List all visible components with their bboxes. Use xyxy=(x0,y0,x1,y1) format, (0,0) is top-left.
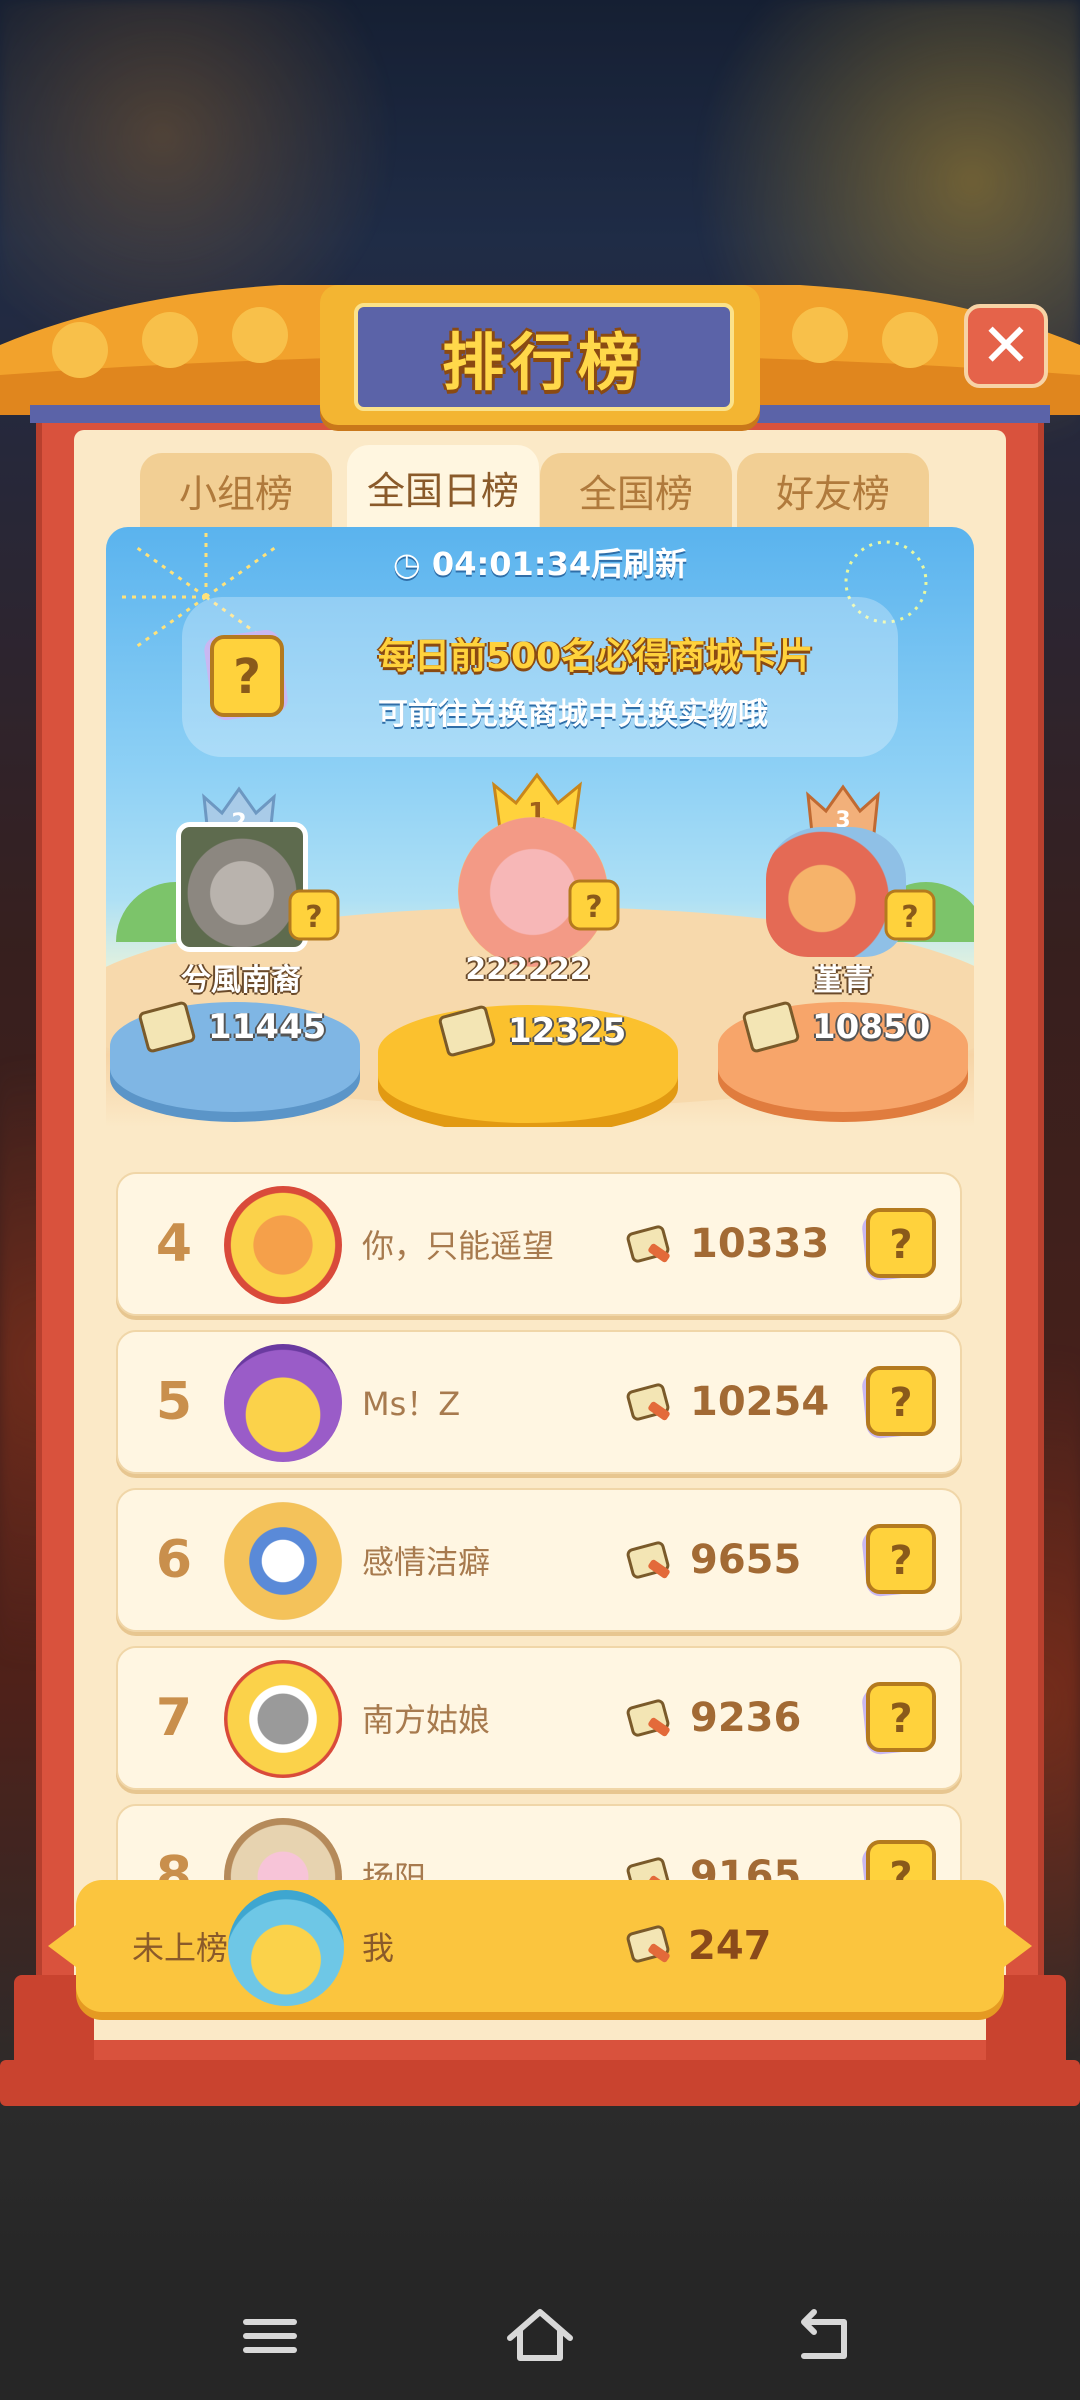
avatar xyxy=(228,1890,344,2006)
tab-label: 小组榜 xyxy=(178,471,293,516)
tab-label: 全国榜 xyxy=(578,471,693,516)
title-plaque-inner: 排行榜 xyxy=(354,303,734,411)
player-name: 222222 xyxy=(465,952,591,987)
player-name: 感情洁癖 xyxy=(362,1543,491,1581)
ranking-row[interactable]: 8 扬阳 9165 ? xyxy=(116,1804,962,1882)
close-icon: ✕ xyxy=(980,311,1032,381)
ranking-row[interactable]: 5 Ms！Z 10254 ? xyxy=(116,1330,962,1474)
tab-national[interactable]: 全国榜 xyxy=(540,453,732,527)
rank-number: 6 xyxy=(155,1530,193,1590)
my-rank-bar[interactable]: 未上榜 我 247 xyxy=(48,1880,1032,2016)
player-name: 你，只能遥望 xyxy=(362,1227,555,1265)
title-plaque: 排行榜 xyxy=(320,285,760,425)
frame-base xyxy=(0,2060,1080,2106)
svg-text:?: ? xyxy=(889,1380,912,1426)
top-three-panel: ◷ 04:01:34后刷新 ? 每日前500名必得商城卡片 可前往兑换商城中兑换… xyxy=(106,527,974,1127)
player-score: 9236 xyxy=(690,1695,802,1741)
rank-number: 8 xyxy=(155,1846,193,1882)
player-name: 兮風南裔 xyxy=(181,963,301,998)
score-value: 12325 xyxy=(508,1011,627,1051)
svg-text:?: ? xyxy=(901,900,918,935)
mystery-card-icon[interactable]: ? xyxy=(858,1836,942,1882)
close-button[interactable]: ✕ xyxy=(964,304,1048,388)
mystery-card-icon[interactable]: ? xyxy=(858,1362,942,1442)
tab-national-daily[interactable]: 全国日榜 xyxy=(347,445,539,529)
system-navigation-bar xyxy=(0,2270,1080,2400)
avatar xyxy=(224,1344,342,1462)
ranking-list[interactable]: 4 你，只能遥望 10333 ? 5 Ms！Z 10254 ? 6 感情洁癖 9… xyxy=(116,1172,964,1882)
mystery-card-icon: ? xyxy=(204,629,288,721)
scroll-brush-icon xyxy=(137,1000,197,1054)
player-score: 11445 xyxy=(137,997,327,1057)
scroll-brush-icon xyxy=(626,1541,670,1579)
page-title: 排行榜 xyxy=(441,326,646,399)
player-score: 10850 xyxy=(741,997,931,1057)
rank-number: 7 xyxy=(155,1688,193,1748)
svg-text:?: ? xyxy=(889,1854,912,1882)
player-name: 南方姑娘 xyxy=(362,1701,491,1739)
player-score: 10333 xyxy=(690,1221,830,1267)
refresh-text: 04:01:34后刷新 xyxy=(431,545,688,583)
player-score: 9655 xyxy=(690,1537,802,1583)
mystery-card-icon[interactable]: ? xyxy=(858,1204,942,1284)
ranking-row[interactable]: 4 你，只能遥望 10333 ? xyxy=(116,1172,962,1316)
player-score: 9165 xyxy=(690,1853,802,1882)
banner-headline: 每日前500名必得商城卡片 xyxy=(378,636,814,677)
mystery-card-icon[interactable]: ? xyxy=(858,1678,942,1758)
avatar xyxy=(224,1186,342,1304)
menu-icon[interactable] xyxy=(230,2300,310,2370)
mystery-card-icon: ? xyxy=(288,889,340,941)
tab-label: 全国日榜 xyxy=(366,468,519,513)
mystery-card-icon: ? xyxy=(884,889,936,941)
my-name: 我 xyxy=(362,1929,395,1967)
avatar xyxy=(224,1660,342,1778)
svg-text:?: ? xyxy=(585,890,602,925)
svg-text:?: ? xyxy=(233,649,261,705)
ranking-row[interactable]: 6 感情洁癖 9655 ? xyxy=(116,1488,962,1632)
home-icon[interactable] xyxy=(500,2300,580,2370)
player-score: 12325 xyxy=(437,1001,627,1061)
mystery-card-icon[interactable]: ? xyxy=(858,1520,942,1600)
svg-text:?: ? xyxy=(305,900,322,935)
scroll-brush-icon xyxy=(626,1699,670,1737)
player-name: 扬阳 xyxy=(362,1859,427,1882)
score-value: 11445 xyxy=(208,1007,327,1047)
svg-text:?: ? xyxy=(889,1222,912,1268)
my-rank-status: 未上榜 xyxy=(132,1929,229,1967)
tab-label: 好友榜 xyxy=(775,471,890,516)
player-name: Ms！Z xyxy=(362,1385,461,1423)
my-score: 247 xyxy=(688,1923,772,1969)
rank-number: 4 xyxy=(155,1214,193,1274)
scroll-brush-icon xyxy=(741,1000,801,1054)
back-icon[interactable] xyxy=(784,2300,864,2370)
scroll-brush-icon xyxy=(626,1383,670,1421)
score-value: 10850 xyxy=(812,1007,931,1047)
avatar xyxy=(224,1818,342,1882)
player-score: 10254 xyxy=(690,1379,830,1425)
leaderboard-tabs: 小组榜 全国日榜 全国榜 好友榜 xyxy=(140,445,940,529)
ranking-row[interactable]: 7 南方姑娘 9236 ? xyxy=(116,1646,962,1790)
clock-icon: ◷ xyxy=(392,545,432,583)
scroll-brush-icon xyxy=(437,1004,497,1058)
player-name: 堇青 xyxy=(813,963,873,998)
refresh-timer: ◷ 04:01:34后刷新 xyxy=(106,539,974,585)
scroll-brush-icon xyxy=(626,1225,670,1263)
tab-group[interactable]: 小组榜 xyxy=(140,453,332,527)
banner-subline: 可前往兑换商城中兑换实物哦 xyxy=(378,697,768,732)
mystery-card-icon: ? xyxy=(568,879,620,931)
avatar xyxy=(224,1502,342,1620)
scroll-brush-icon xyxy=(626,1857,670,1882)
rank-number: 5 xyxy=(155,1372,193,1432)
svg-text:?: ? xyxy=(889,1538,912,1584)
svg-text:?: ? xyxy=(889,1696,912,1742)
tab-friends[interactable]: 好友榜 xyxy=(737,453,929,527)
scroll-brush-icon xyxy=(626,1925,670,1963)
